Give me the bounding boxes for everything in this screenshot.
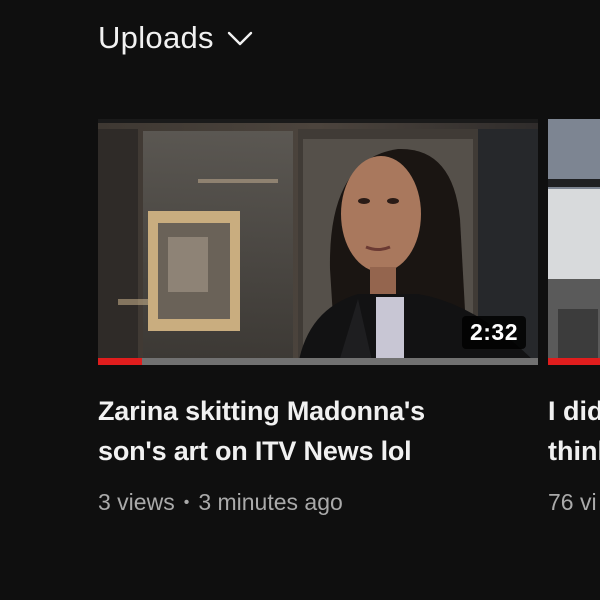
- uploads-header[interactable]: Uploads: [98, 20, 254, 56]
- video-title-line: Zarina skitting Madonna's: [98, 396, 425, 426]
- chevron-down-icon[interactable]: [226, 28, 254, 48]
- uploads-shelf: Uploads 2:32 Zarina skitting Madonna's s…: [0, 0, 600, 600]
- section-title: Uploads: [98, 20, 214, 55]
- meta-separator: •: [183, 493, 190, 511]
- watch-progress-bar: [98, 358, 538, 365]
- thumbnail-image: [548, 119, 600, 365]
- video-title[interactable]: Zarina skitting Madonna's son's art on I…: [98, 391, 458, 471]
- video-metadata: 76 vi: [548, 489, 600, 516]
- watch-progress-bar: [548, 358, 600, 365]
- video-title-line: think: [548, 436, 600, 466]
- view-count: 76 vi: [548, 489, 597, 515]
- video-thumbnail[interactable]: 2:32: [98, 119, 538, 365]
- video-title-line: I did: [548, 396, 600, 426]
- video-title[interactable]: I did think: [548, 391, 600, 471]
- view-count: 3 views: [98, 489, 175, 515]
- upload-age: 3 minutes ago: [198, 489, 343, 515]
- video-thumbnail[interactable]: [548, 119, 600, 365]
- video-metadata: 3 views • 3 minutes ago: [98, 489, 538, 516]
- watch-progress-fill: [98, 358, 142, 365]
- video-title-line: son's art on ITV News lol: [98, 436, 412, 466]
- video-card[interactable]: I did think 76 vi: [548, 119, 600, 516]
- video-duration: 2:32: [461, 316, 526, 349]
- watch-progress-fill: [548, 358, 600, 365]
- video-card[interactable]: 2:32 Zarina skitting Madonna's son's art…: [98, 119, 538, 516]
